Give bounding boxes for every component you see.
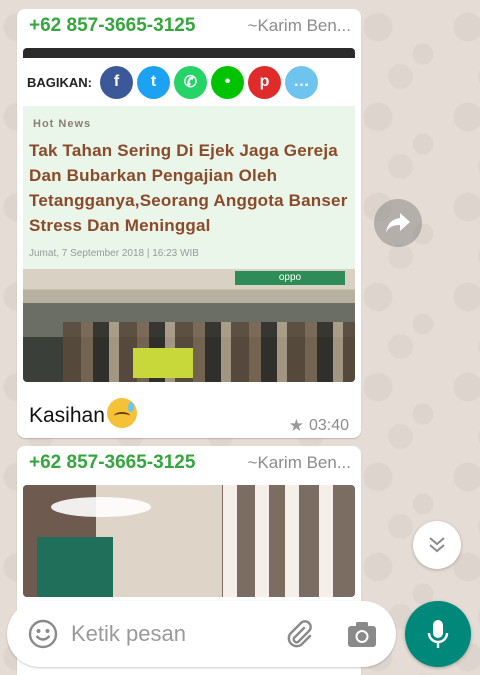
line-icon: •	[211, 65, 244, 99]
pillar	[255, 485, 269, 597]
message-input[interactable]	[71, 615, 271, 653]
store-sign: oppo	[235, 271, 345, 285]
message-time: 03:40	[308, 417, 349, 434]
pillar	[319, 485, 333, 597]
article-area: Hot News Tak Tahan Sering Di Ejek Jaga G…	[23, 106, 355, 269]
message-bubble[interactable]: +62 857-3665-3125 ~Karim Ben... BAGIKAN:…	[17, 9, 361, 438]
police-vest	[133, 348, 193, 378]
projector-screen	[37, 537, 113, 597]
sender-row: +62 857-3665-3125 ~Karim Ben...	[23, 15, 355, 43]
emoji-icon[interactable]	[28, 619, 58, 649]
sad-relieved-face-icon	[106, 398, 137, 428]
pillar	[223, 485, 237, 597]
camera-icon[interactable]	[347, 620, 377, 648]
message-caption: Kasihan	[29, 398, 137, 428]
twitter-icon: t	[137, 65, 170, 99]
event-photo	[23, 485, 355, 597]
star-icon: ★	[288, 416, 304, 435]
pinterest-icon: p	[248, 65, 281, 99]
article-headline: Tak Tahan Sering Di Ejek Jaga Gereja Dan…	[29, 141, 348, 235]
pillar	[285, 485, 299, 597]
microphone-icon	[427, 620, 449, 648]
share-row: BAGIKAN: f t ✆ • p …	[23, 58, 355, 106]
share-label: BAGIKAN:	[27, 74, 92, 90]
sender-row: +62 857-3665-3125 ~Karim Ben...	[23, 452, 355, 480]
sender-name: ~Karim Ben...	[247, 453, 351, 472]
news-photo: oppo	[23, 269, 355, 382]
sender-phone[interactable]: +62 857-3665-3125	[29, 15, 195, 37]
paperclip-icon[interactable]	[283, 619, 315, 651]
article-dateline: Jumat, 7 September 2018 | 16:23 WIB	[29, 248, 199, 259]
ceiling-light	[51, 497, 151, 517]
forward-button[interactable]	[374, 199, 422, 247]
mic-button[interactable]	[405, 601, 471, 667]
sender-name: ~Karim Ben...	[247, 16, 351, 35]
caption-text: Kasihan	[29, 404, 105, 427]
forward-icon	[386, 213, 410, 233]
article-top-bar	[23, 48, 355, 58]
crowd	[63, 322, 355, 382]
article-category: Hot News	[33, 118, 92, 130]
message-input-bar	[7, 601, 396, 667]
scroll-to-bottom-button[interactable]	[413, 521, 461, 569]
facebook-icon: f	[100, 65, 133, 99]
caption-row: Kasihan ★ 03:40	[23, 382, 355, 440]
message-image[interactable]: BAGIKAN: f t ✆ • p … Hot News Tak Tahan …	[23, 48, 355, 382]
message-meta: ★ 03:40	[289, 416, 349, 436]
sender-phone[interactable]: +62 857-3665-3125	[29, 452, 195, 474]
whatsapp-icon: ✆	[174, 65, 207, 99]
message-image[interactable]	[23, 485, 355, 597]
double-chevron-down-icon	[429, 537, 445, 553]
comment-icon: …	[285, 65, 318, 99]
